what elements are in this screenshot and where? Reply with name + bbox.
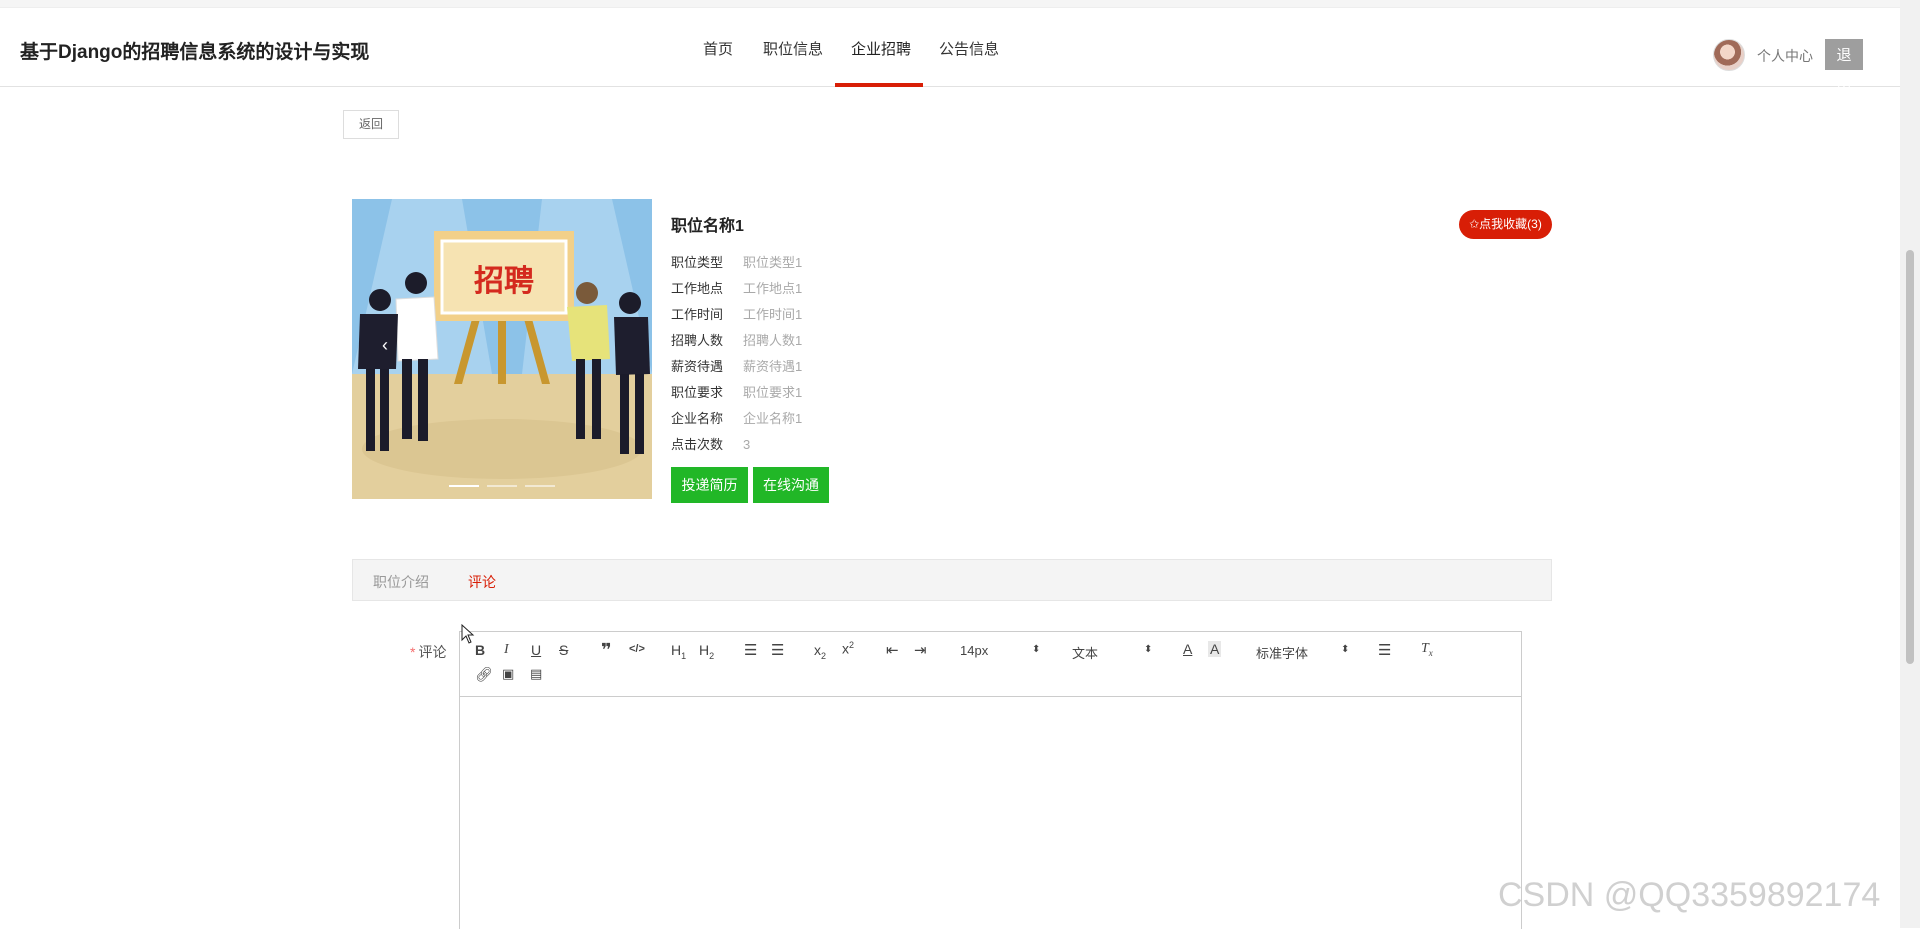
text-color-icon[interactable]: A [1183, 641, 1192, 657]
info-row-salary: 薪资待遇 薪资待遇1 [671, 356, 802, 375]
browser-top-strip [0, 0, 1920, 8]
image-icon[interactable]: ▣ [502, 666, 514, 682]
site-header: 基于Django的招聘信息系统的设计与实现 首页 职位信息 企业招聘 公告信息 … [0, 8, 1900, 95]
detail-tabs: 职位介绍 评论 [352, 559, 1552, 601]
comment-rich-editor: B I U S ❞ </> H1 H2 ☰ ☰ x2 x2 ⇤ ⇥ 14px ⬍… [459, 631, 1522, 929]
info-row-location: 工作地点 工作地点1 [671, 278, 802, 297]
italic-icon[interactable]: I [504, 642, 509, 658]
poster-sign-text: 招聘 [474, 264, 534, 299]
tab-comments[interactable]: 评论 [468, 572, 496, 592]
avatar[interactable] [1713, 39, 1745, 71]
info-value: 薪资待遇1 [743, 359, 803, 374]
tab-job-intro[interactable]: 职位介绍 [373, 572, 429, 592]
indent-icon[interactable]: ⇥ [914, 641, 927, 659]
info-row-clicks: 点击次数 3 [671, 434, 750, 453]
info-row-type: 职位类型 职位类型1 [671, 252, 802, 271]
user-center-link[interactable]: 个人中心 [1757, 46, 1813, 66]
font-picker-arrow-icon[interactable]: ⬍ [1341, 644, 1349, 655]
mouse-cursor-icon [461, 624, 475, 644]
ordered-list-icon[interactable]: ☰ [744, 641, 757, 659]
info-row-company: 企业名称 企业名称1 [671, 408, 802, 427]
bullet-list-icon[interactable]: ☰ [771, 641, 784, 659]
required-mark: * [410, 644, 416, 660]
info-value: 3 [743, 437, 751, 452]
info-label: 企业名称 [671, 411, 724, 426]
active-nav-indicator [835, 83, 923, 87]
clear-format-icon[interactable]: Tx [1421, 641, 1433, 658]
carousel-dot[interactable] [525, 485, 555, 487]
info-value: 职位类型1 [743, 255, 803, 270]
info-label: 点击次数 [671, 437, 724, 452]
info-value: 工作地点1 [743, 281, 803, 296]
link-icon[interactable]: 🔗︎ [475, 666, 493, 683]
job-image-carousel[interactable]: 招聘 ‹ [352, 199, 652, 499]
info-value: 职位要求1 [743, 385, 803, 400]
info-row-worktime: 工作时间 工作时间1 [671, 304, 802, 323]
background-color-icon[interactable]: A [1208, 641, 1222, 657]
carousel-dot[interactable] [487, 485, 517, 487]
recruitment-poster-image: 招聘 [352, 199, 652, 499]
blockquote-icon[interactable]: ❞ [601, 640, 612, 661]
online-chat-button[interactable]: 在线沟通 [753, 467, 829, 503]
job-title: 职位名称1 [671, 218, 744, 235]
strike-icon[interactable]: S [559, 642, 568, 658]
code-block-icon[interactable]: </> [629, 643, 645, 655]
info-row-headcount: 招聘人数 招聘人数1 [671, 330, 802, 349]
carousel-dot[interactable] [449, 485, 479, 487]
carousel-prev-icon[interactable]: ‹ [382, 335, 388, 356]
info-label: 工作地点 [671, 281, 724, 296]
subscript-icon[interactable]: x2 [814, 642, 826, 661]
nav-company-recruit[interactable]: 企业招聘 [851, 38, 911, 59]
editor-toolbar: B I U S ❞ </> H1 H2 ☰ ☰ x2 x2 ⇤ ⇥ 14px ⬍… [460, 632, 1521, 697]
nav-jobs[interactable]: 职位信息 [763, 38, 823, 59]
info-label: 职位要求 [671, 385, 724, 400]
header2-icon[interactable]: H2 [699, 642, 714, 661]
scrollbar-thumb[interactable] [1906, 250, 1914, 664]
logout-button[interactable]: 退出 [1825, 39, 1863, 95]
comment-label-text: 评论 [418, 644, 447, 660]
info-label: 招聘人数 [671, 333, 724, 348]
info-value: 企业名称1 [743, 411, 803, 426]
nav-announcements[interactable]: 公告信息 [939, 38, 999, 59]
nav-home[interactable]: 首页 [703, 38, 733, 59]
size-picker-arrow-icon[interactable]: ⬍ [1032, 644, 1040, 655]
apply-resume-button[interactable]: 投递简历 [671, 467, 748, 503]
info-value: 工作时间1 [743, 307, 803, 322]
comment-field-label: * 评论 [410, 642, 446, 662]
info-row-requirements: 职位要求 职位要求1 [671, 382, 802, 401]
page-scrollbar[interactable] [1900, 0, 1920, 928]
header1-icon[interactable]: H1 [671, 642, 686, 661]
superscript-icon[interactable]: x2 [842, 640, 854, 657]
info-label: 工作时间 [671, 307, 724, 322]
header-picker[interactable]: 文本 [1072, 643, 1098, 662]
bold-icon[interactable]: B [475, 642, 485, 658]
info-label: 薪资待遇 [671, 359, 724, 374]
watermark: CSDN @QQ3359892174 [1498, 876, 1881, 914]
outdent-icon[interactable]: ⇤ [886, 641, 899, 659]
site-title: 基于Django的招聘信息系统的设计与实现 [20, 42, 370, 63]
back-button[interactable]: 返回 [343, 110, 399, 139]
font-picker[interactable]: 标准字体 [1256, 643, 1308, 662]
align-icon[interactable]: ☰ [1378, 641, 1391, 659]
info-label: 职位类型 [671, 255, 724, 270]
size-picker[interactable]: 14px [960, 643, 988, 658]
header-picker-arrow-icon[interactable]: ⬍ [1144, 644, 1152, 655]
underline-icon[interactable]: U [531, 642, 541, 658]
info-value: 招聘人数1 [743, 333, 803, 348]
favorite-button[interactable]: ✩点我收藏(3) [1459, 210, 1552, 239]
video-icon[interactable]: ▤ [530, 666, 542, 682]
